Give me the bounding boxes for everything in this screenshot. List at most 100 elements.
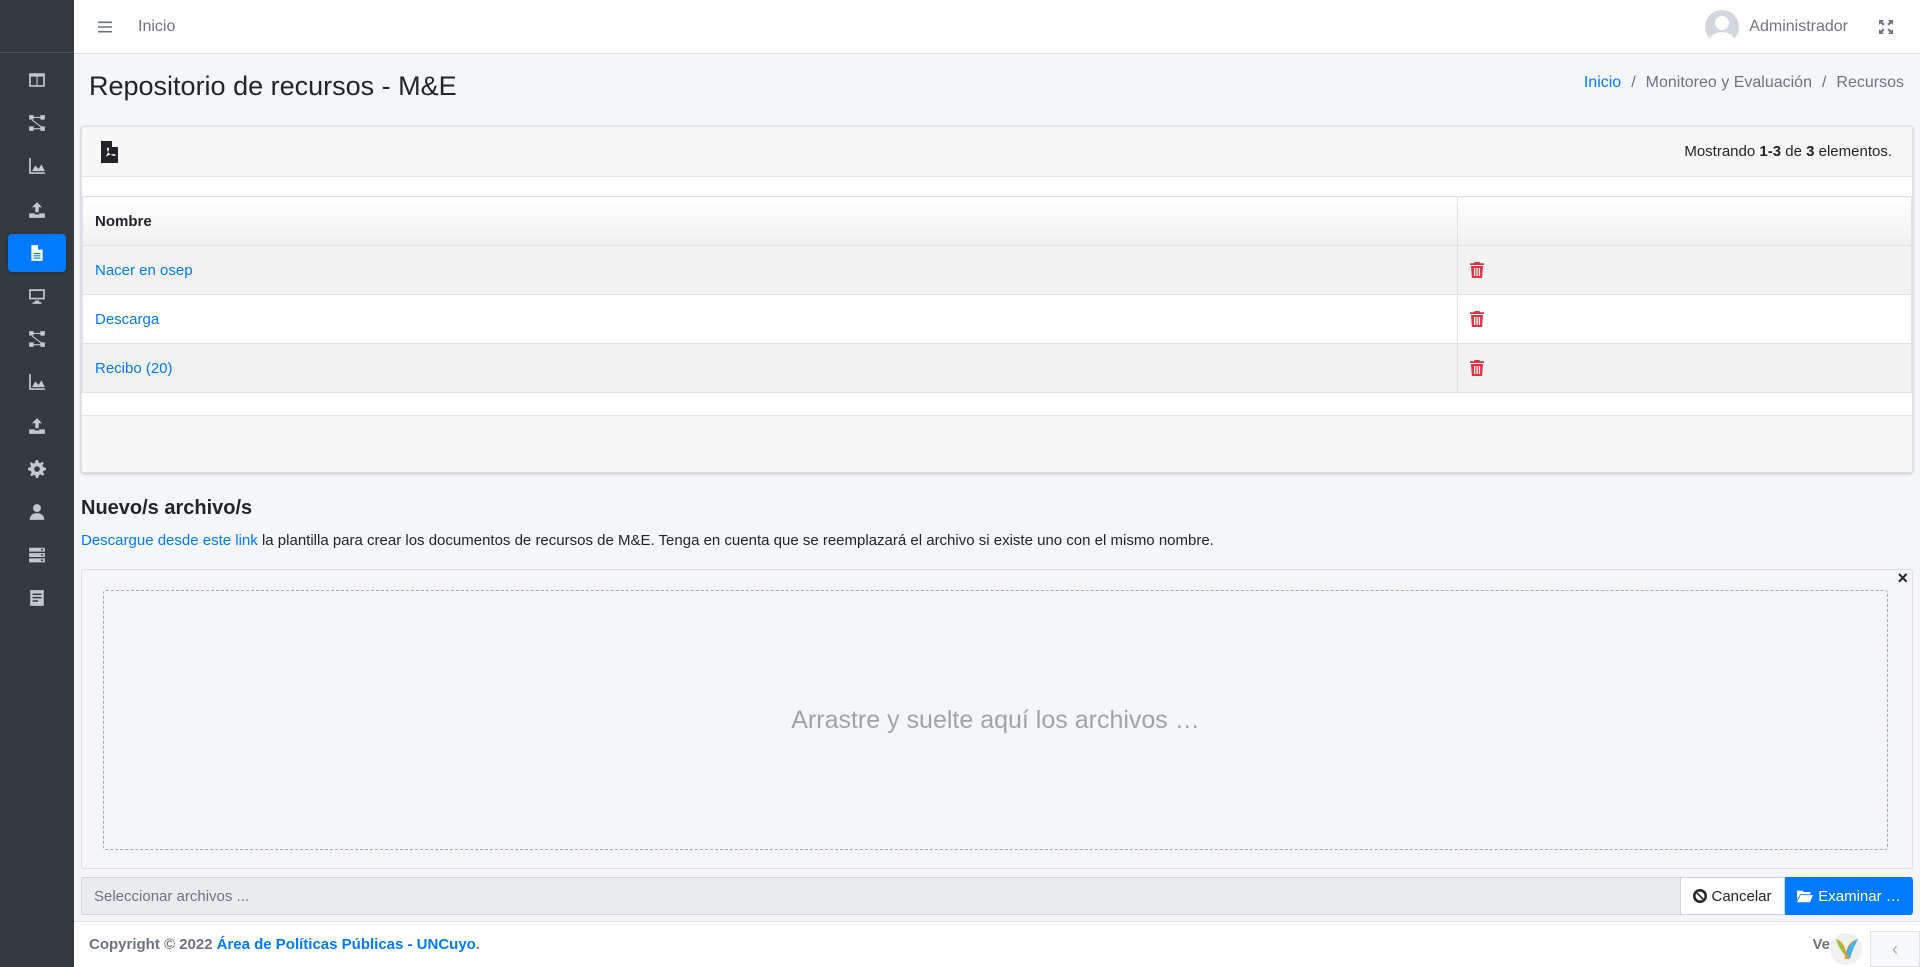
- breadcrumb: Inicio / Monitoreo y Evaluación / Recurs…: [1584, 74, 1904, 92]
- table-row: Nacer en osep: [82, 245, 1912, 295]
- delete-button[interactable]: [1470, 262, 1899, 278]
- resources-table: Nombre Nacer en osep Descarga Recibo (20…: [82, 196, 1912, 393]
- drop-zone[interactable]: Arrastre y suelte aquí los archivos …: [103, 590, 1888, 850]
- top-navbar: Inicio Administrador: [74, 0, 1920, 54]
- cell-actions: [1457, 294, 1912, 344]
- breadcrumb-recursos: Recursos: [1836, 74, 1904, 91]
- upload-help-description: la plantilla para crear los documentos d…: [261, 532, 1214, 549]
- sidebar-brand: [0, 0, 74, 53]
- cell-name: Descarga: [82, 294, 1458, 344]
- resource-link[interactable]: Recibo (20): [95, 360, 173, 377]
- expand-arrows-icon: [1879, 19, 1893, 34]
- summary-total: 3: [1806, 143, 1815, 160]
- summary-prefix: Mostrando: [1684, 143, 1756, 160]
- delete-button[interactable]: [1470, 311, 1899, 327]
- summary-of: de: [1785, 143, 1802, 160]
- footer-org-link[interactable]: Área de Políticas Públicas - UNCuyo: [217, 936, 476, 953]
- fullscreen-button[interactable]: [1878, 19, 1894, 35]
- project-diagram-icon: [29, 115, 45, 132]
- chevron-left-icon: ‹: [1892, 938, 1898, 959]
- grid-summary: Mostrando 1-3 de 3 elementos.: [1684, 143, 1892, 160]
- sidebar-item-resources[interactable]: [8, 233, 66, 272]
- server-icon: [29, 547, 45, 563]
- browse-label: Examinar …: [1818, 887, 1901, 905]
- sidebar-item-diagram-1[interactable]: [8, 104, 66, 142]
- upload-section-title: Nuevo/s archivo/s: [81, 497, 253, 519]
- resources-grid-card: Mostrando 1-3 de 3 elementos. Nombre Nac…: [81, 126, 1913, 473]
- grid-toolbar: Mostrando 1-3 de 3 elementos.: [82, 127, 1912, 177]
- upload-icon: [29, 201, 45, 218]
- user-menu: Administrador: [1705, 9, 1920, 44]
- folder-open-icon: [1797, 890, 1814, 903]
- delete-button[interactable]: [1470, 360, 1899, 376]
- cell-actions: [1457, 245, 1912, 295]
- breadcrumb-monitoreo[interactable]: Monitoreo y Evaluación: [1646, 74, 1812, 92]
- cell-name: Nacer en osep: [82, 245, 1458, 295]
- export-pdf-button[interactable]: [100, 140, 118, 163]
- column-header-actions: [1457, 196, 1912, 246]
- resource-link[interactable]: Descarga: [95, 311, 159, 328]
- sidebar-item-upload-1[interactable]: [8, 191, 66, 229]
- browse-button[interactable]: Examinar …: [1785, 877, 1913, 915]
- resource-link[interactable]: Nacer en osep: [95, 262, 193, 279]
- sidebar-item-users[interactable]: [8, 493, 66, 531]
- page-title: Repositorio de recursos - M&E: [89, 71, 457, 101]
- footer-copyright: Copyright © 2022: [89, 936, 213, 953]
- trash-icon: [1470, 360, 1484, 376]
- sidebar-item-chart-1[interactable]: [8, 147, 66, 185]
- nav-home-link[interactable]: Inicio: [138, 18, 175, 36]
- avatar[interactable]: [1705, 9, 1740, 44]
- sidebar-item-settings[interactable]: [8, 450, 66, 488]
- sidebar-toggle-button[interactable]: [92, 14, 118, 40]
- sidebar-item-reports[interactable]: [8, 579, 66, 617]
- upload-help-text: Descargue desde este link la plantilla p…: [81, 532, 1214, 549]
- control-sidebar-toggle[interactable]: ‹: [1870, 931, 1920, 967]
- summary-suffix: elementos.: [1818, 143, 1892, 160]
- cancel-button[interactable]: Cancelar: [1681, 877, 1785, 915]
- page-footer: Copyright © 2022 Área de Políticas Públi…: [74, 921, 1920, 967]
- user-icon: [29, 504, 45, 520]
- user-name[interactable]: Administrador: [1749, 18, 1848, 36]
- sidebar-nav: [0, 53, 74, 617]
- summary-range: 1-3: [1759, 143, 1782, 160]
- file-caption-input[interactable]: Seleccionar archivos ...: [81, 877, 1681, 915]
- file-drop-area: × Arrastre y suelte aquí los archivos …: [81, 568, 1913, 869]
- main-sidebar: [0, 0, 74, 967]
- breadcrumb-separator: /: [1631, 74, 1636, 91]
- table-row: Recibo (20): [82, 343, 1912, 393]
- close-preview-button[interactable]: ×: [1897, 568, 1908, 589]
- drop-zone-text: Arrastre y suelte aquí los archivos …: [791, 705, 1200, 734]
- upload-icon: [29, 417, 45, 434]
- cell-name: Recibo (20): [82, 343, 1458, 393]
- sidebar-item-desktop[interactable]: [8, 277, 66, 315]
- project-diagram-icon: [29, 331, 45, 347]
- cancel-label: Cancelar: [1711, 887, 1772, 905]
- file-pdf-icon: [101, 140, 118, 163]
- file-input-group: Seleccionar archivos ... Cancelar Examin…: [81, 877, 1913, 915]
- footer-period: .: [475, 936, 481, 953]
- table-header-row: Nombre: [82, 196, 1912, 246]
- breadcrumb-separator: /: [1821, 74, 1827, 91]
- breadcrumb-inicio[interactable]: Inicio: [1584, 74, 1621, 92]
- columns-icon: [29, 73, 45, 87]
- file-icon: [31, 244, 43, 261]
- trash-icon: [1470, 262, 1484, 278]
- yii-logo-icon: [1824, 931, 1868, 967]
- desktop-icon: [29, 289, 45, 304]
- trash-icon: [1470, 311, 1484, 327]
- sidebar-item-server[interactable]: [8, 536, 66, 574]
- template-download-link[interactable]: Descargue desde este link: [81, 532, 258, 549]
- column-header-nombre[interactable]: Nombre: [82, 196, 1458, 246]
- cell-actions: [1457, 343, 1912, 393]
- ban-icon: [1693, 889, 1708, 903]
- gear-icon: [28, 459, 46, 478]
- chart-area-icon: [29, 158, 45, 175]
- bars-icon: [98, 21, 112, 32]
- sidebar-item-diagram-2[interactable]: [8, 320, 66, 358]
- chart-area-icon: [29, 374, 45, 391]
- sidebar-item-chart-2[interactable]: [8, 363, 66, 401]
- grid-footer: [82, 415, 1912, 472]
- sidebar-item-upload-2[interactable]: [8, 407, 66, 445]
- table-row: Descarga: [82, 294, 1912, 344]
- sidebar-item-dashboard[interactable]: [8, 61, 66, 99]
